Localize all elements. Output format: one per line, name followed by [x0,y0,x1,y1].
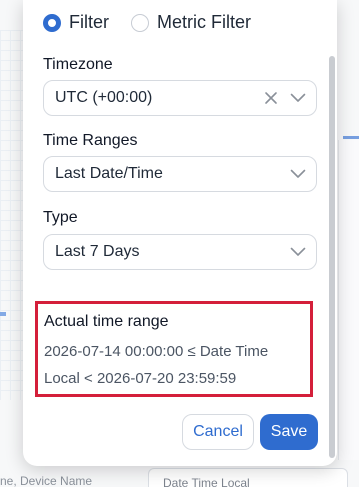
cancel-button[interactable]: Cancel [182,414,254,450]
timezone-value: UTC (+00:00) [55,89,153,106]
filter-type-radio-group: Filter Metric Filter [43,12,265,33]
time-ranges-label: Time Ranges [43,132,138,149]
radio-metric-filter[interactable] [131,13,149,32]
radio-metric-filter-label[interactable]: Metric Filter [157,12,251,33]
time-ranges-value: Last Date/Time [55,165,163,182]
chevron-down-icon[interactable] [290,247,306,257]
timezone-label: Timezone [43,56,113,73]
radio-filter[interactable] [43,13,61,32]
timezone-select[interactable]: UTC (+00:00) [43,80,317,116]
type-select[interactable]: Last 7 Days [43,234,317,270]
popup-scrollbar[interactable] [329,56,335,458]
chevron-down-icon[interactable] [290,169,306,179]
filter-popup: Filter Metric Filter Timezone UTC (+00:0… [23,0,337,466]
close-icon[interactable] [264,91,278,105]
chevron-down-icon[interactable] [290,93,306,103]
actual-time-range-line-2: Local < 2026-07-20 23:59:59 [44,370,237,387]
radio-filter-label[interactable]: Filter [69,12,109,33]
type-value: Last 7 Days [55,243,140,260]
actual-time-range-box: Actual time range 2026-07-14 00:00:00 ≤ … [35,301,313,397]
save-button[interactable]: Save [260,414,318,450]
actual-time-range-title: Actual time range [44,313,169,330]
type-label: Type [43,209,78,226]
actual-time-range-line-1: 2026-07-14 00:00:00 ≤ Date Time [44,343,269,360]
time-ranges-select[interactable]: Last Date/Time [43,156,317,192]
